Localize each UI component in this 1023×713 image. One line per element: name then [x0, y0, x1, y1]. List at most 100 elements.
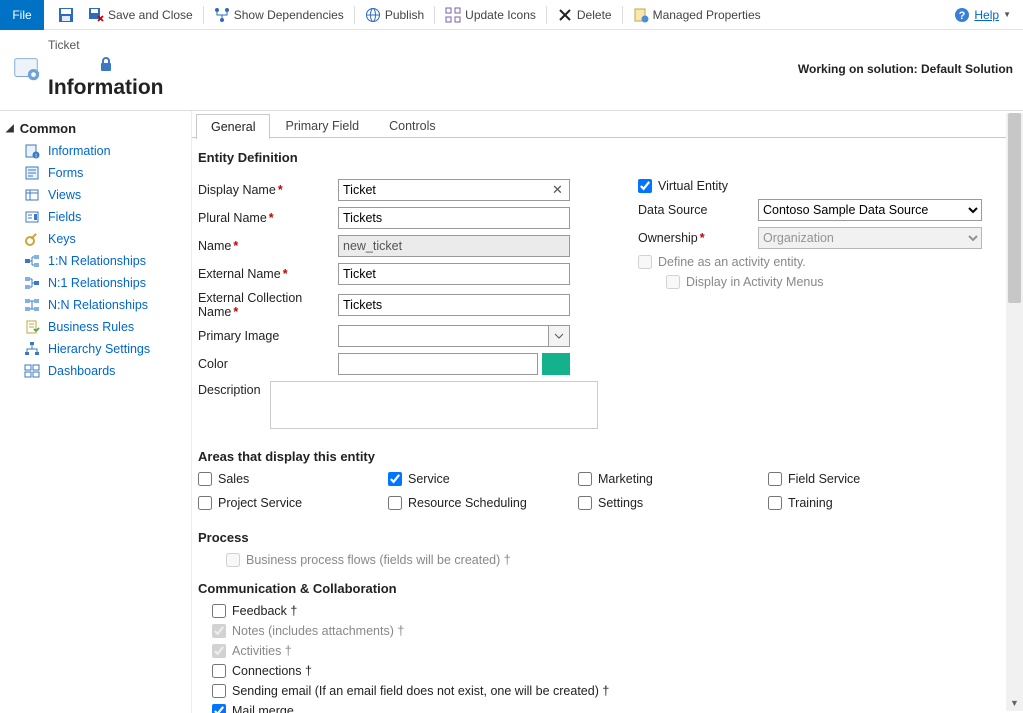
color-swatch[interactable] [542, 353, 570, 375]
properties-icon [633, 7, 649, 23]
section-areas: Areas that display this entity [198, 449, 1009, 464]
nav-item-information[interactable]: i Information [6, 140, 187, 162]
checkbox-label: Field Service [788, 472, 860, 486]
scrollbar[interactable]: ▲ ▼ [1006, 113, 1023, 711]
tab-general[interactable]: General [196, 114, 270, 139]
label-external-name: External Name [198, 267, 338, 281]
checkbox-label: Virtual Entity [658, 179, 728, 193]
data-source-select[interactable]: Contoso Sample Data Source [758, 199, 982, 221]
area-service-checkbox[interactable]: Service [388, 472, 578, 486]
nav-item-icon [24, 275, 40, 291]
help-link[interactable]: ? Help ▼ [954, 7, 1011, 23]
checkbox-label: Activities † [232, 644, 292, 658]
grid-icon [445, 7, 461, 23]
area-settings-checkbox[interactable]: Settings [578, 496, 768, 510]
chevron-down-icon[interactable] [548, 325, 570, 347]
entity-name: Ticket [48, 38, 164, 52]
save-and-close-button[interactable]: Save and Close [82, 3, 199, 27]
nav-group-common[interactable]: ◢ Common [6, 117, 187, 140]
svg-text:i: i [35, 154, 36, 160]
label-primary-image: Primary Image [198, 329, 338, 343]
label-external-collection-name: External Collection Name [198, 291, 338, 319]
label-plural-name: Plural Name [198, 211, 338, 225]
nav-item-label: Information [48, 144, 111, 158]
area-sales-checkbox[interactable]: Sales [198, 472, 388, 486]
section-communication: Communication & Collaboration [198, 581, 1009, 596]
update-icons-button[interactable]: Update Icons [439, 3, 542, 27]
toolbar-label: Managed Properties [653, 8, 761, 22]
nav-item-icon [24, 319, 40, 335]
comm-sending-email-if-an-email-field-does-not-exist-one-will-be-created-checkbox[interactable]: Sending email (If an email field does no… [198, 684, 1009, 698]
area-resource-scheduling-checkbox[interactable]: Resource Scheduling [388, 496, 578, 510]
toolbar-label: Publish [385, 8, 424, 22]
comm-activities-checkbox: Activities † [198, 644, 1009, 658]
label-color: Color [198, 357, 338, 371]
plural-name-input[interactable] [338, 207, 570, 229]
section-process: Process [198, 530, 1009, 545]
checkbox-label: Business process flows (fields will be c… [246, 553, 511, 567]
delete-button[interactable]: Delete [551, 3, 618, 27]
x-icon [557, 7, 573, 23]
managed-properties-button[interactable]: Managed Properties [627, 3, 767, 27]
help-label: Help [974, 8, 999, 22]
nav-item-icon [24, 165, 40, 181]
nav-item-icon [24, 341, 40, 357]
clear-icon[interactable]: ✕ [552, 182, 566, 196]
nav-item-1-n-relationships[interactable]: 1:N Relationships [6, 250, 187, 272]
nav-item-n-1-relationships[interactable]: N:1 Relationships [6, 272, 187, 294]
label-description: Description [198, 381, 270, 397]
toolbar-label: Show Dependencies [234, 8, 344, 22]
nav-item-fields[interactable]: Fields [6, 206, 187, 228]
description-input[interactable] [270, 381, 598, 429]
checkbox-label: Training [788, 496, 833, 510]
area-training-checkbox[interactable]: Training [768, 496, 958, 510]
bpf-checkbox: Business process flows (fields will be c… [198, 553, 1009, 567]
ownership-select: Organization [758, 227, 982, 249]
color-input[interactable] [338, 353, 538, 375]
disk-close-icon [88, 7, 104, 23]
save-button[interactable] [52, 3, 80, 27]
checkbox-label: Connections † [232, 664, 312, 678]
external-name-input[interactable] [338, 263, 570, 285]
primary-image-input[interactable] [338, 325, 548, 347]
checkbox-label: Define as an activity entity. [658, 255, 806, 269]
comm-connections-checkbox[interactable]: Connections † [198, 664, 1009, 678]
nav-item-icon [24, 363, 40, 379]
checkbox-label: Mail merge [232, 704, 294, 713]
checkbox-label: Settings [598, 496, 643, 510]
nav-item-views[interactable]: Views [6, 184, 187, 206]
scroll-thumb[interactable] [1008, 113, 1021, 303]
publish-button[interactable]: Publish [359, 3, 430, 27]
nav-item-dashboards[interactable]: Dashboards [6, 360, 187, 382]
file-menu[interactable]: File [0, 0, 44, 30]
comm-feedback-checkbox[interactable]: Feedback † [198, 604, 1009, 618]
nav-item-label: 1:N Relationships [48, 254, 146, 268]
nav-item-n-n-relationships[interactable]: N:N Relationships [6, 294, 187, 316]
tab-controls[interactable]: Controls [374, 113, 451, 138]
define-activity-checkbox: Define as an activity entity. [638, 255, 1009, 269]
nav-item-label: Hierarchy Settings [48, 342, 150, 356]
comm-mail-merge-checkbox[interactable]: Mail merge [198, 704, 1009, 713]
checkbox-label: Notes (includes attachments) † [232, 624, 404, 638]
nav-item-icon: i [24, 143, 40, 159]
area-field-service-checkbox[interactable]: Field Service [768, 472, 958, 486]
scroll-down-icon[interactable]: ▼ [1006, 695, 1023, 711]
label-ownership: Ownership [638, 231, 758, 245]
area-marketing-checkbox[interactable]: Marketing [578, 472, 768, 486]
virtual-entity-checkbox[interactable]: Virtual Entity [638, 179, 1009, 193]
area-project-service-checkbox[interactable]: Project Service [198, 496, 388, 510]
external-collection-name-input[interactable] [338, 294, 570, 316]
nav-item-icon [24, 187, 40, 203]
show-dependencies-button[interactable]: Show Dependencies [208, 3, 350, 27]
nav-item-forms[interactable]: Forms [6, 162, 187, 184]
top-toolbar: File Save and Close Show Dependencies Pu… [0, 0, 1023, 30]
checkbox-label: Display in Activity Menus [686, 275, 824, 289]
comm-notes-includes-attachments-checkbox: Notes (includes attachments) † [198, 624, 1009, 638]
nav-item-keys[interactable]: Keys [6, 228, 187, 250]
solution-status: Working on solution: Default Solution [798, 62, 1013, 76]
nav-item-hierarchy-settings[interactable]: Hierarchy Settings [6, 338, 187, 360]
tab-primary-field[interactable]: Primary Field [270, 113, 374, 138]
display-name-input[interactable] [338, 179, 570, 201]
toolbar-label: Update Icons [465, 8, 536, 22]
nav-item-business-rules[interactable]: Business Rules [6, 316, 187, 338]
